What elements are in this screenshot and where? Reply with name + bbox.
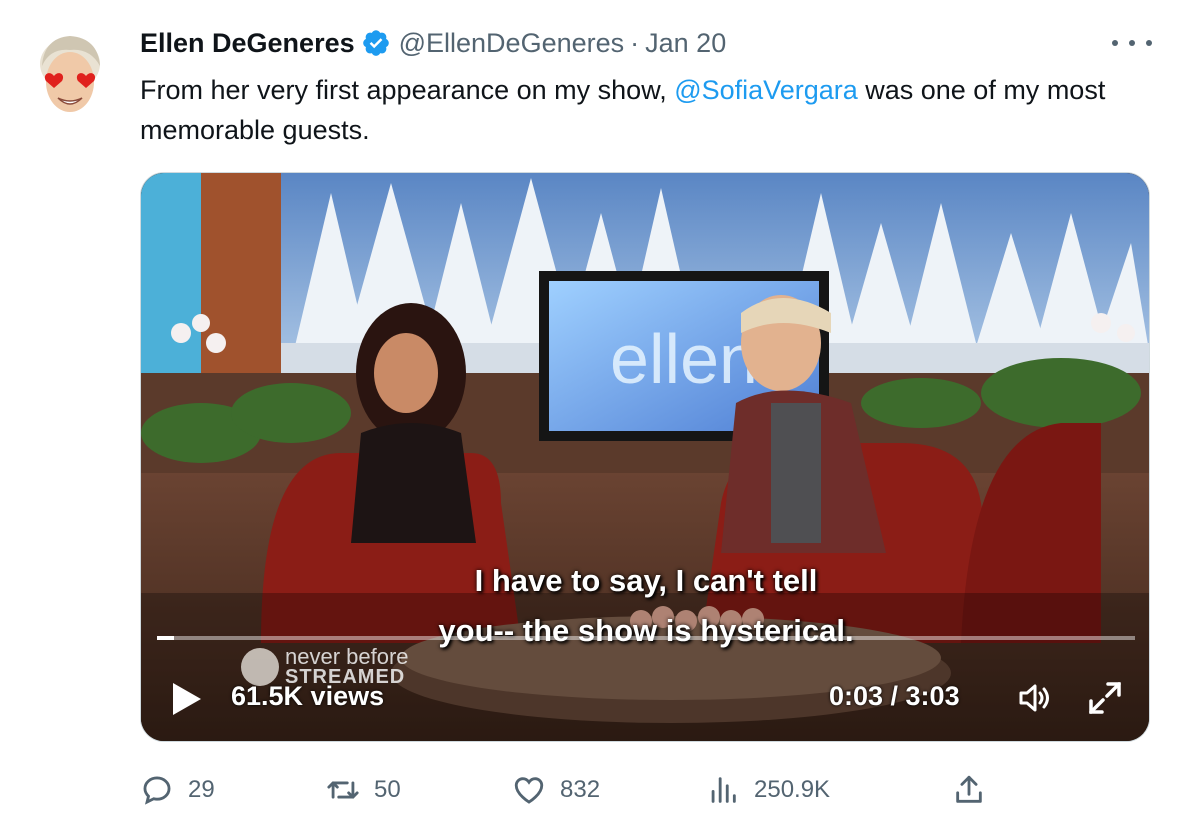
mention-link[interactable]: @SofiaVergara [674,75,858,105]
tweet-header: Ellen DeGeneres @EllenDeGeneres · Jan 20 [140,26,726,60]
views-button[interactable]: 250.9K [706,770,830,810]
volume-icon[interactable] [1015,678,1055,718]
avatar-image [20,24,120,124]
like-count: 832 [560,776,601,803]
video-progress-bar[interactable] [157,636,1135,640]
video-views: 61.5K views [231,681,385,711]
author-handle[interactable]: @EllenDeGeneres [399,28,625,59]
verified-icon [361,28,391,58]
video-player[interactable]: ellen I have to say, I can't tell you-- … [140,172,1150,742]
reply-count: 29 [188,776,215,803]
reply-icon [143,776,171,805]
tweet-text: From her very first appearance on my sho… [140,70,1150,150]
retweet-icon [327,781,359,799]
reply-button[interactable]: 29 [140,770,215,810]
play-icon[interactable] [171,681,203,717]
separator-dot: · [630,27,640,58]
views-count: 250.9K [754,776,831,803]
subtitle-line-1: I have to say, I can't tell [474,563,818,598]
retweet-count: 50 [374,776,401,803]
share-icon [956,775,982,803]
tv-logo-text: ellen [610,320,758,398]
fullscreen-icon[interactable] [1085,678,1125,718]
avatar[interactable] [20,24,120,124]
more-icon[interactable] [1112,28,1152,58]
tweet-actions: 29 50 832 250.9K [140,770,1020,810]
watermark-line-1: never before [285,644,409,669]
tweet-date[interactable]: Jan 20 [645,28,726,59]
views-icon [711,777,736,803]
video-time: 0:03 / 3:03 [829,681,960,711]
tweet-text-before: From her very first appearance on my sho… [140,75,675,105]
share-button[interactable] [952,770,986,810]
like-icon [514,777,544,804]
video-progress-fill [157,636,174,640]
retweet-button[interactable]: 50 [326,770,401,810]
like-button[interactable]: 832 [512,770,600,810]
author-name[interactable]: Ellen DeGeneres [140,28,355,59]
